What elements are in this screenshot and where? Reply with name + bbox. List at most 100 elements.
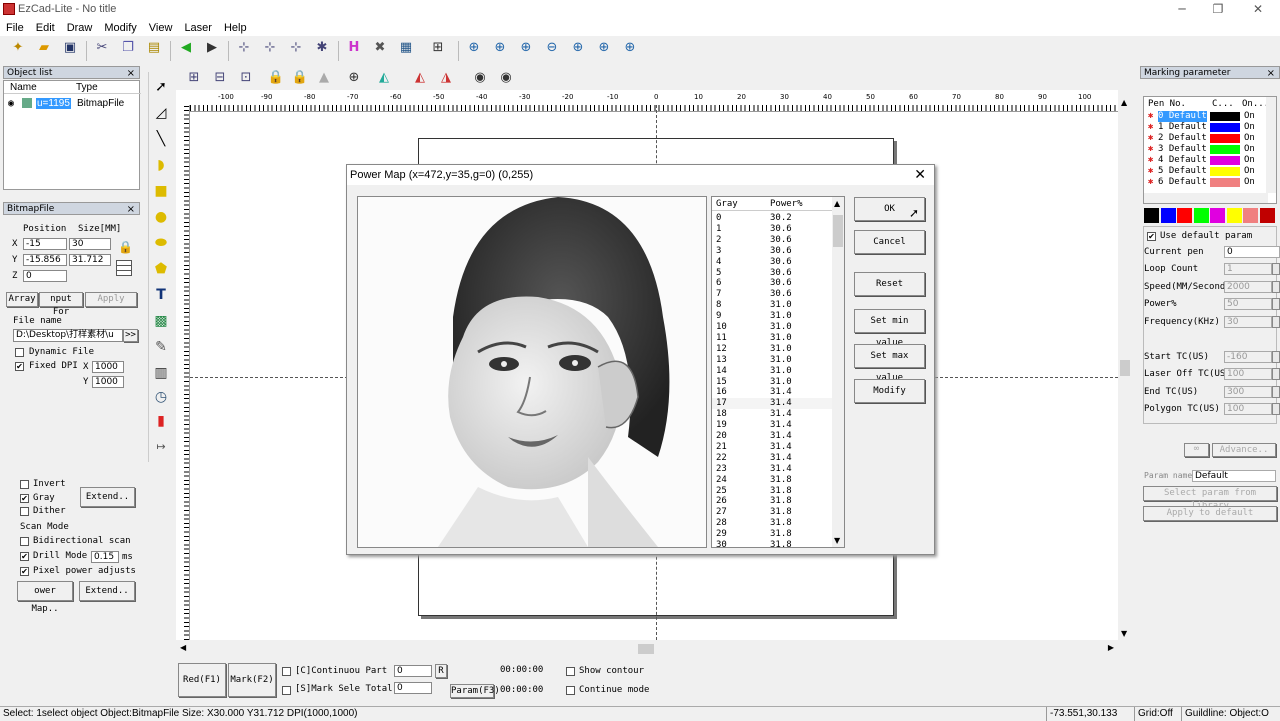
x-size-field[interactable]: 30 [69, 238, 111, 250]
io-icon[interactable]: ▮ [151, 410, 171, 432]
table-row[interactable]: 7 30.6 [712, 289, 836, 300]
table-row[interactable]: 5 30.6 [712, 268, 836, 279]
new-file-icon[interactable]: ✦ [8, 38, 28, 58]
zoom-icon[interactable]: ⊕ [464, 38, 484, 58]
mark-selected-checkbox[interactable] [282, 686, 291, 695]
snap-node-icon[interactable]: ✱ [312, 38, 332, 58]
open-folder-icon[interactable]: ▰ [34, 38, 54, 58]
menu-draw[interactable]: Draw [61, 20, 99, 36]
view-eye2-icon[interactable]: ◉ [496, 68, 516, 88]
loop-count-spinner[interactable] [1272, 263, 1280, 275]
use-default-checkbox[interactable]: ✔ [1147, 232, 1156, 241]
scroll-left-icon[interactable]: ◀ [180, 643, 186, 652]
select-arrow-icon[interactable]: ➚ [151, 76, 171, 98]
maximize-button[interactable]: ❐ [1200, 2, 1236, 18]
zoom-page-icon[interactable]: ⊕ [620, 38, 640, 58]
eye-icon[interactable]: ◉ [8, 98, 14, 109]
palette-swatch[interactable] [1226, 208, 1242, 223]
table-row[interactable]: 27 31.8 [712, 507, 836, 518]
zoom-in-icon[interactable]: ⊕ [490, 38, 510, 58]
unlock-icon[interactable]: 🔒 [290, 68, 310, 88]
pen-row[interactable]: ✱ 5 Default On [1148, 166, 1272, 177]
close-window-button[interactable]: ✕ [1240, 2, 1276, 18]
input-format-button[interactable]: nput For [39, 292, 83, 317]
frequency-field[interactable]: 30 [1224, 316, 1272, 328]
select-param-button[interactable]: Select param from library [1143, 486, 1277, 511]
close-icon[interactable]: × [1267, 67, 1275, 80]
lock-object-icon[interactable]: 🔒 [266, 68, 286, 88]
speed-spinner[interactable] [1272, 281, 1280, 293]
column-color[interactable]: C... [1212, 99, 1234, 109]
cut-icon[interactable]: ✂ [92, 38, 112, 58]
table-row[interactable]: 30 31.8 [712, 540, 836, 551]
scroll-up-icon[interactable]: ▲ [834, 199, 840, 208]
table-row[interactable]: 19 31.4 [712, 420, 836, 431]
table-row[interactable]: 29 31.8 [712, 529, 836, 540]
current-pen-field[interactable]: 0 [1224, 246, 1280, 258]
mirror-v-icon[interactable]: ◮ [436, 68, 456, 88]
table-row[interactable]: 6 30.6 [712, 278, 836, 289]
mark-button[interactable]: Mark(F2) [228, 663, 276, 697]
column-name[interactable]: Name [10, 82, 37, 93]
show-contour-checkbox[interactable] [566, 667, 575, 676]
array-button[interactable]: Array [6, 292, 38, 307]
pen-row[interactable]: ✱ 0 Default On [1148, 111, 1272, 122]
rectangle-icon[interactable]: ■ [151, 180, 171, 202]
table-row[interactable]: 3 30.6 [712, 246, 836, 257]
gray-checkbox[interactable]: ✔ [20, 494, 29, 503]
extend-button[interactable]: Extend.. [80, 487, 135, 507]
menu-file[interactable]: File [0, 20, 30, 36]
ungroup-icon[interactable]: ⊟ [210, 68, 230, 88]
object-list-icon[interactable]: ▦ [396, 38, 416, 58]
table-scroll-thumb[interactable] [833, 215, 843, 247]
column-gray[interactable]: Gray [716, 199, 738, 209]
canvas-vscroll[interactable]: ▲ ▼ [1118, 96, 1132, 640]
start-tc-field[interactable]: -160 [1224, 351, 1272, 363]
column-power[interactable]: Power% [770, 199, 803, 209]
z-position-field[interactable]: 0 [23, 270, 67, 282]
table-row[interactable]: 22 31.4 [712, 453, 836, 464]
palette-swatch[interactable] [1243, 208, 1258, 223]
file-path-field[interactable]: D:\Desktop\打样素材\u [13, 329, 123, 342]
reset-count-button[interactable]: R [435, 664, 447, 678]
zoom-all-icon[interactable]: ⊕ [568, 38, 588, 58]
frequency-spinner[interactable] [1272, 316, 1280, 328]
param-name-field[interactable]: Default [1192, 470, 1276, 482]
pen-table-hscroll[interactable] [1144, 193, 1268, 203]
table-row[interactable]: 18 31.4 [712, 409, 836, 420]
drill-mode-checkbox[interactable]: ✔ [20, 552, 29, 561]
menu-view[interactable]: View [143, 20, 179, 36]
advance-button[interactable]: Advance.. [1212, 443, 1276, 457]
loop-count-field[interactable]: 1 [1224, 263, 1272, 275]
pen-row[interactable]: ✱ 2 Default On [1148, 133, 1272, 144]
table-row[interactable]: 21 31.4 [712, 442, 836, 453]
cancel-button[interactable]: Cancel [854, 230, 925, 254]
power-field[interactable]: 50 [1224, 298, 1272, 310]
dither-checkbox[interactable] [20, 507, 29, 516]
bitmap-tool-icon[interactable]: ▩ [151, 310, 171, 332]
vector-file-icon[interactable]: ✎ [151, 336, 171, 358]
polygon-tc-field[interactable]: 100 [1224, 403, 1272, 415]
start-tc-spinner[interactable] [1272, 351, 1280, 363]
save-icon[interactable]: ▣ [60, 38, 80, 58]
barcode-icon[interactable]: ▥ [151, 362, 171, 384]
curve-icon[interactable]: ◗ [151, 154, 171, 176]
menu-help[interactable]: Help [218, 20, 253, 36]
reset-button[interactable]: Reset [854, 272, 925, 296]
copy-icon[interactable]: ❐ [118, 38, 138, 58]
node-edit-icon[interactable]: ◿ [151, 102, 171, 124]
canvas-hscroll[interactable]: ◀ ▶ [176, 642, 1118, 656]
lock-icon[interactable]: 🔒 [118, 240, 133, 254]
hscroll-thumb[interactable] [638, 644, 654, 654]
table-row[interactable]: 20 31.4 [712, 431, 836, 442]
pen-row[interactable]: ✱ 6 Default On [1148, 177, 1272, 188]
speed-field[interactable]: 2000 [1224, 281, 1272, 293]
x-position-field[interactable]: -15 [23, 238, 67, 250]
scroll-up-icon[interactable]: ▲ [1121, 98, 1127, 107]
y-size-field[interactable]: 31.712 [69, 254, 111, 266]
gray-power-table[interactable]: Gray Power% 0 30.2 1 30.6 2 30.6 3 30.6 4 30.6 5 30… [711, 196, 845, 551]
fixed-dpi-checkbox[interactable]: ✔ [15, 362, 24, 371]
power-spinner[interactable] [1272, 298, 1280, 310]
redo-icon[interactable]: ▶ [202, 38, 222, 58]
table-row[interactable]: 4 30.6 [712, 257, 836, 268]
